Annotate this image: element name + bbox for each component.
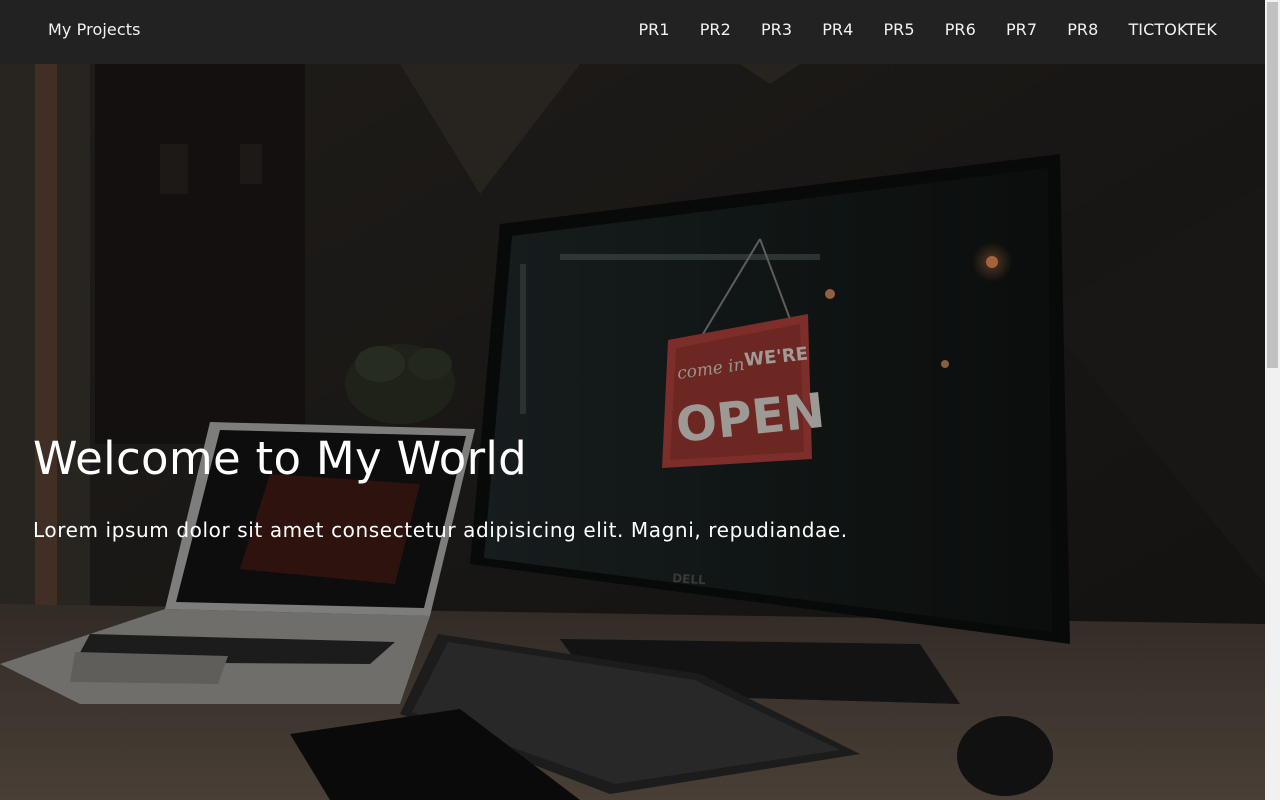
navbar: My Projects PR1 PR2 PR3 PR4 PR5 PR6 PR7 … [0, 0, 1265, 64]
brand-link[interactable]: My Projects [48, 20, 141, 39]
nav-link-pr7[interactable]: PR7 [1006, 20, 1037, 39]
nav-link-pr6[interactable]: PR6 [945, 20, 976, 39]
nav-link-pr5[interactable]: PR5 [883, 20, 914, 39]
page: My Projects PR1 PR2 PR3 PR4 PR5 PR6 PR7 … [0, 0, 1280, 800]
nav-link-pr4[interactable]: PR4 [822, 20, 853, 39]
nav-link-pr1[interactable]: PR1 [638, 20, 669, 39]
hero-subtitle: Lorem ipsum dolor sit amet consectetur a… [33, 518, 848, 542]
nav-links: PR1 PR2 PR3 PR4 PR5 PR6 PR7 PR8 TICTOKTE… [608, 20, 1217, 39]
page-scrollbar[interactable] [1265, 0, 1280, 800]
nav-link-pr8[interactable]: PR8 [1067, 20, 1098, 39]
nav-link-pr2[interactable]: PR2 [700, 20, 731, 39]
hero-section: come in WE'RE OPEN DELL Welcome to My Wo… [0, 64, 1265, 800]
nav-link-pr3[interactable]: PR3 [761, 20, 792, 39]
nav-link-tictoktek[interactable]: TICTOKTEK [1128, 20, 1217, 39]
scrollbar-thumb[interactable] [1267, 2, 1278, 368]
hero-title: Welcome to My World [33, 432, 528, 485]
